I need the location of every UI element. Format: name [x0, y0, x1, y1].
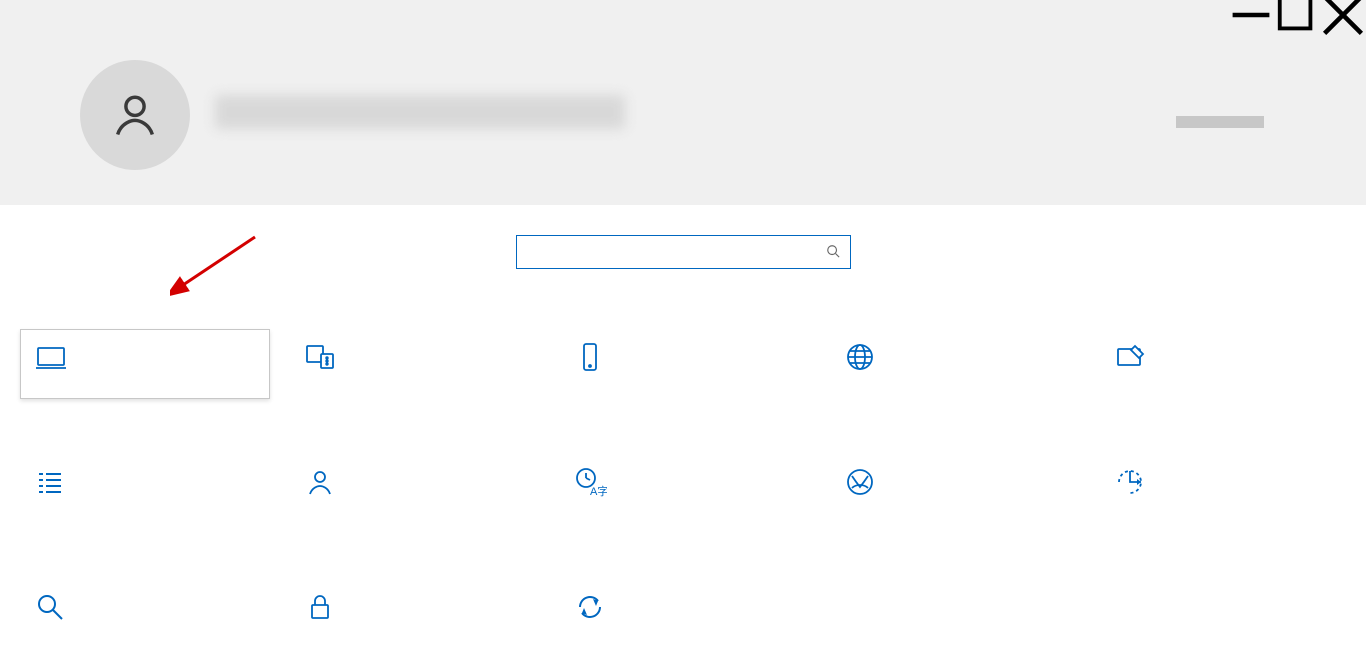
- maximize-button[interactable]: [1274, 0, 1320, 30]
- tile-system[interactable]: [20, 329, 270, 399]
- header-section: [0, 30, 1366, 205]
- search-tile-icon: [32, 589, 68, 625]
- gaming-icon: [842, 464, 878, 500]
- tile-network-internet[interactable]: [830, 329, 1080, 399]
- time-language-icon: A字: [572, 464, 608, 500]
- search-input[interactable]: [527, 244, 809, 260]
- search-wrap: [0, 205, 1366, 269]
- tile-apps[interactable]: [20, 454, 270, 524]
- account-name-redacted: [215, 95, 625, 129]
- close-button[interactable]: [1320, 0, 1366, 30]
- personalization-icon: [1112, 339, 1148, 375]
- tile-search[interactable]: [20, 579, 270, 649]
- svg-text:A字: A字: [590, 484, 607, 498]
- tile-update-security[interactable]: [560, 579, 810, 649]
- account-text: [215, 95, 625, 135]
- settings-tiles: A字: [0, 269, 1366, 649]
- ease-of-access-icon: [1112, 464, 1148, 500]
- tile-personalization[interactable]: [1100, 329, 1350, 399]
- phone-icon: [572, 339, 608, 375]
- window-controls: [1228, 0, 1366, 30]
- devices-icon: [302, 339, 338, 375]
- titlebar: [0, 0, 1366, 30]
- tile-phone[interactable]: [560, 329, 810, 399]
- update-security-icon: [572, 589, 608, 625]
- account-block: [80, 60, 625, 170]
- tile-ease-of-access[interactable]: [1100, 454, 1350, 524]
- privacy-icon: [302, 589, 338, 625]
- tile-time-language[interactable]: A字: [560, 454, 810, 524]
- accounts-icon: [302, 464, 338, 500]
- tile-gaming[interactable]: [830, 454, 1080, 524]
- tile-privacy[interactable]: [290, 579, 540, 649]
- apps-icon: [32, 464, 68, 500]
- system-icon: [33, 340, 69, 376]
- tile-devices[interactable]: [290, 329, 540, 399]
- promo-block: [1176, 102, 1286, 128]
- minimize-button[interactable]: [1228, 0, 1274, 30]
- globe-icon: [842, 339, 878, 375]
- avatar[interactable]: [80, 60, 190, 170]
- search-box[interactable]: [516, 235, 851, 269]
- tile-accounts[interactable]: [290, 454, 540, 524]
- search-icon: [826, 244, 840, 261]
- lets-go-button[interactable]: [1176, 116, 1264, 128]
